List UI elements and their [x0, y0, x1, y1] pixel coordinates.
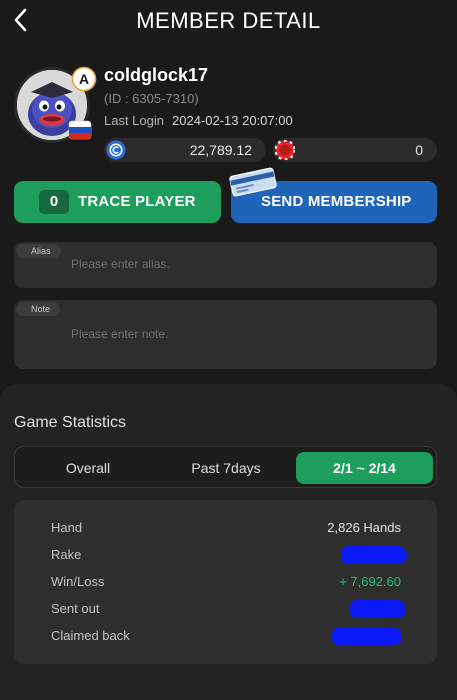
blue-chip-icon [106, 140, 126, 160]
alias-input[interactable] [71, 257, 421, 271]
header: MEMBER DETAIL [0, 0, 457, 40]
chip-balance: 22,789.12 [104, 138, 266, 162]
send-membership-label: SEND MEMBERSHIP [261, 193, 412, 210]
stats-table: Hand 2,826 Hands Rake Win/Loss + 7,692.6… [14, 500, 437, 664]
red-chip-balance: 0 [273, 138, 437, 162]
game-statistics-panel: Game Statistics Overall Past 7days 2/1 ~… [0, 384, 457, 700]
stat-row-sent-out: Sent out [14, 598, 437, 618]
alias-tag: Alias [16, 244, 61, 258]
red-chip-balance-amount: 0 [415, 142, 423, 158]
avatar-group: A [14, 66, 97, 147]
tab-date-range[interactable]: 2/1 ~ 2/14 [296, 452, 433, 484]
alias-field[interactable]: Alias [14, 242, 437, 288]
russia-flag-icon [68, 120, 92, 140]
stat-row-claimed-back: Claimed back [14, 625, 437, 645]
red-chip-icon [275, 140, 295, 160]
tab-past-7days[interactable]: Past 7days [159, 452, 293, 484]
svg-text:A: A [79, 71, 89, 87]
stat-value: 2,826 Hands [327, 520, 401, 535]
username: coldglock17 [104, 65, 209, 85]
stat-label: Hand [51, 520, 83, 535]
grade-badge: A [71, 66, 97, 92]
note-tag: Note [16, 302, 61, 316]
stat-row-rake: Rake [14, 544, 437, 564]
stat-label: Win/Loss [51, 574, 105, 589]
stat-label: Sent out [51, 601, 100, 616]
stat-row-win-loss: Win/Loss + 7,692.60 [14, 571, 437, 591]
grade-badge-icon: A [71, 66, 97, 92]
page-title: MEMBER DETAIL [136, 8, 321, 33]
tab-overall[interactable]: Overall [21, 452, 155, 484]
stat-label: Rake [51, 547, 82, 562]
note-field[interactable]: Note [14, 300, 437, 369]
redaction-mark [341, 546, 407, 564]
trace-player-button[interactable]: 0 TRACE PLAYER [14, 181, 221, 223]
trace-player-label: TRACE PLAYER [78, 193, 196, 210]
send-membership-button[interactable]: SEND MEMBERSHIP [229, 167, 437, 223]
period-tabs: Overall Past 7days 2/1 ~ 2/14 [14, 446, 437, 488]
user-id: (ID : 6305-7310) [104, 91, 199, 106]
stat-value: + 7,692.60 [339, 574, 401, 589]
redaction-mark [350, 600, 406, 618]
stats-title: Game Statistics [14, 414, 127, 431]
last-login-value: 2024-02-13 20:07:00 [172, 113, 293, 128]
chip-balance-amount: 22,789.12 [189, 142, 252, 158]
note-input[interactable] [71, 327, 421, 341]
last-login-label: Last Login [104, 113, 164, 128]
stat-row-hand: Hand 2,826 Hands [14, 517, 437, 537]
redaction-mark [332, 627, 402, 645]
stat-label: Claimed back [51, 628, 130, 643]
trace-count-badge: 0 [39, 190, 69, 214]
